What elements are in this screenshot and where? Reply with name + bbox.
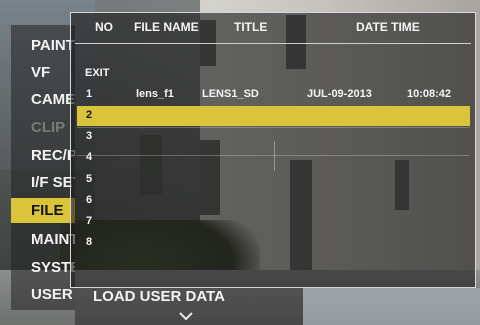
row-number: 2 [86,109,93,121]
side-menu-item-maintenance[interactable]: MAINTENANCE [11,227,75,252]
column-header-title: TITLE [234,20,268,34]
side-menu-item-rec-pb[interactable]: REC/PB [11,143,75,168]
column-header-file-name: FILE NAME [134,20,199,34]
side-menu-item-if-setup[interactable]: I/F SETUP [11,170,75,195]
side-menu-item-clip: CLIP [31,119,66,136]
row-number: 6 [86,194,93,206]
row-file-name: lens_f1 [136,88,174,100]
header-divider [75,43,471,44]
chevron-down-icon[interactable] [179,312,193,320]
file-list-panel: NO FILE NAME TITLE DATE TIME EXIT 1 lens… [70,12,476,288]
load-user-data-bar[interactable]: LOAD USER DATA [75,288,303,325]
selected-row-highlight [77,106,470,126]
side-menu-item-camera[interactable]: CAMERA [11,87,75,112]
side-menu-item-system[interactable]: SYSTEM [11,255,75,280]
row-number: 7 [86,215,93,227]
row-number: 8 [86,236,93,248]
row-number: 1 [86,88,93,100]
side-menu: PAINT VF CAMERA CLIP REC/PB I/F SETUP FI… [11,25,75,310]
row-number: 3 [86,130,93,142]
row-title: LENS1_SD [202,88,259,100]
side-menu-item-paint[interactable]: PAINT [11,33,75,58]
focus-crosshair [274,141,275,171]
row-date: JUL-09-2013 [307,88,372,100]
row-time: 10:08:42 [407,88,452,100]
side-menu-item-user[interactable]: USER [11,282,75,307]
load-user-data-label: LOAD USER DATA [93,288,225,305]
background-sky-strip [303,288,480,325]
row-number: 5 [86,173,93,185]
row-number: 4 [86,151,93,163]
side-menu-item-file[interactable]: FILE [11,198,75,223]
exit-item[interactable]: EXIT [85,67,109,79]
grid-divider [77,127,470,128]
column-header-no: NO [95,20,113,34]
side-menu-item-vf[interactable]: VF [11,60,75,85]
column-header-date-time: DATE TIME [356,20,420,34]
